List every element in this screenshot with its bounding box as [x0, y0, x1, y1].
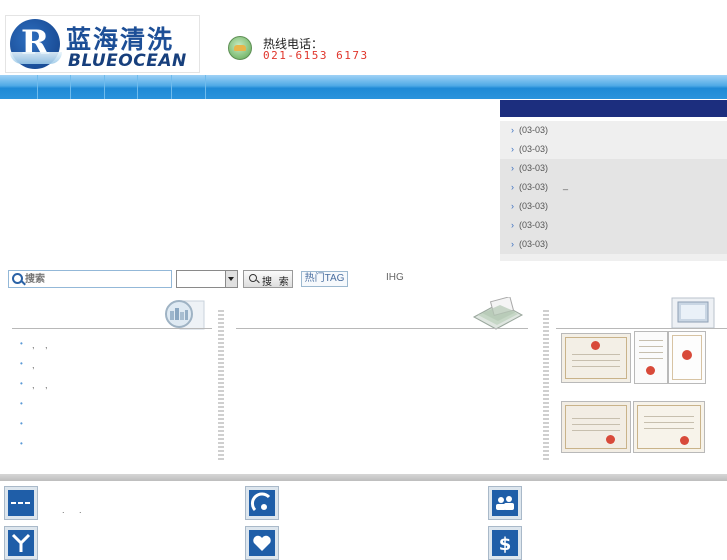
main-nav	[0, 75, 727, 99]
hot-tag-link[interactable]: IHG	[386, 272, 404, 283]
list-item[interactable]: • , ,	[20, 337, 210, 357]
chevron-right-icon: ›	[511, 239, 514, 249]
chevron-right-icon: ›	[511, 144, 514, 154]
dash-icon[interactable]	[4, 486, 38, 520]
section-divider-band	[0, 474, 727, 481]
chevron-right-icon: ›	[511, 125, 514, 135]
nav-item-3[interactable]	[71, 75, 105, 99]
column-separator	[218, 310, 224, 460]
computer-icon	[671, 297, 715, 329]
news-item[interactable]: › (03-03)	[500, 235, 727, 254]
site-logo[interactable]: R 蓝海清洗 BLUEOCEAN	[5, 15, 200, 73]
feature-text: . .	[62, 505, 88, 515]
search-button-label: 搜 索	[262, 277, 291, 288]
hot-tag-button[interactable]: 热门TAG	[301, 271, 348, 287]
news-item[interactable]: › (03-03)	[500, 159, 727, 178]
chevron-right-icon: ›	[511, 220, 514, 230]
nav-item-4[interactable]	[105, 75, 138, 99]
news-item[interactable]: › (03-03)	[500, 197, 727, 216]
news-item[interactable]: › (03-03)	[500, 121, 727, 140]
news-list: › (03-03) › (03-03) › (03-03) › (03-03) …	[500, 121, 727, 261]
search-input[interactable]	[25, 271, 165, 287]
people-icon[interactable]	[488, 486, 522, 520]
news-item[interactable]: › (03-03)	[500, 140, 727, 159]
certificate-image[interactable]	[634, 331, 668, 384]
magnifier-city-icon	[165, 300, 205, 330]
search-icon	[249, 274, 257, 282]
list-item[interactable]: • , ,	[20, 377, 210, 397]
column-3-divider	[556, 328, 727, 329]
heart-icon[interactable]	[245, 526, 279, 560]
certificate-image[interactable]	[633, 401, 705, 453]
list-item[interactable]: •	[20, 397, 210, 417]
search-category-select[interactable]	[176, 270, 238, 288]
dollar-icon[interactable]: $	[488, 526, 522, 560]
search-icon	[12, 273, 23, 284]
chevron-right-icon: ›	[511, 163, 514, 173]
certificate-image[interactable]	[561, 401, 631, 453]
list-item[interactable]: • ,	[20, 357, 210, 377]
nav-item-2[interactable]	[38, 75, 71, 99]
list-item[interactable]: •	[20, 417, 210, 437]
arrow-icon[interactable]	[4, 526, 38, 560]
nav-item-5[interactable]	[138, 75, 172, 99]
column-separator	[543, 310, 549, 460]
chevron-right-icon: ›	[511, 201, 514, 211]
chevron-down-icon[interactable]	[225, 271, 237, 287]
column-2-divider	[236, 328, 528, 329]
logo-wave	[10, 52, 62, 64]
logo-english-name: BLUEOCEAN	[68, 51, 187, 71]
nav-item-1[interactable]	[0, 75, 38, 99]
curve-icon[interactable]	[245, 486, 279, 520]
chevron-right-icon: ›	[511, 182, 514, 192]
certificate-image[interactable]	[668, 331, 706, 384]
nav-item-6[interactable]	[172, 75, 206, 99]
news-item[interactable]: › (03-03)	[500, 216, 727, 235]
search-button[interactable]: 搜 索	[243, 270, 293, 288]
business-license-image[interactable]	[561, 333, 631, 383]
list-item[interactable]: •	[20, 437, 210, 457]
news-panel-header	[500, 100, 727, 117]
news-item[interactable]: › (03-03) _	[500, 178, 727, 197]
hotline-number: 021-6153 6173	[263, 49, 369, 62]
search-box	[8, 270, 172, 288]
phone-icon	[228, 36, 252, 60]
column-1-divider	[12, 328, 212, 329]
mailbox-icon	[472, 297, 524, 330]
